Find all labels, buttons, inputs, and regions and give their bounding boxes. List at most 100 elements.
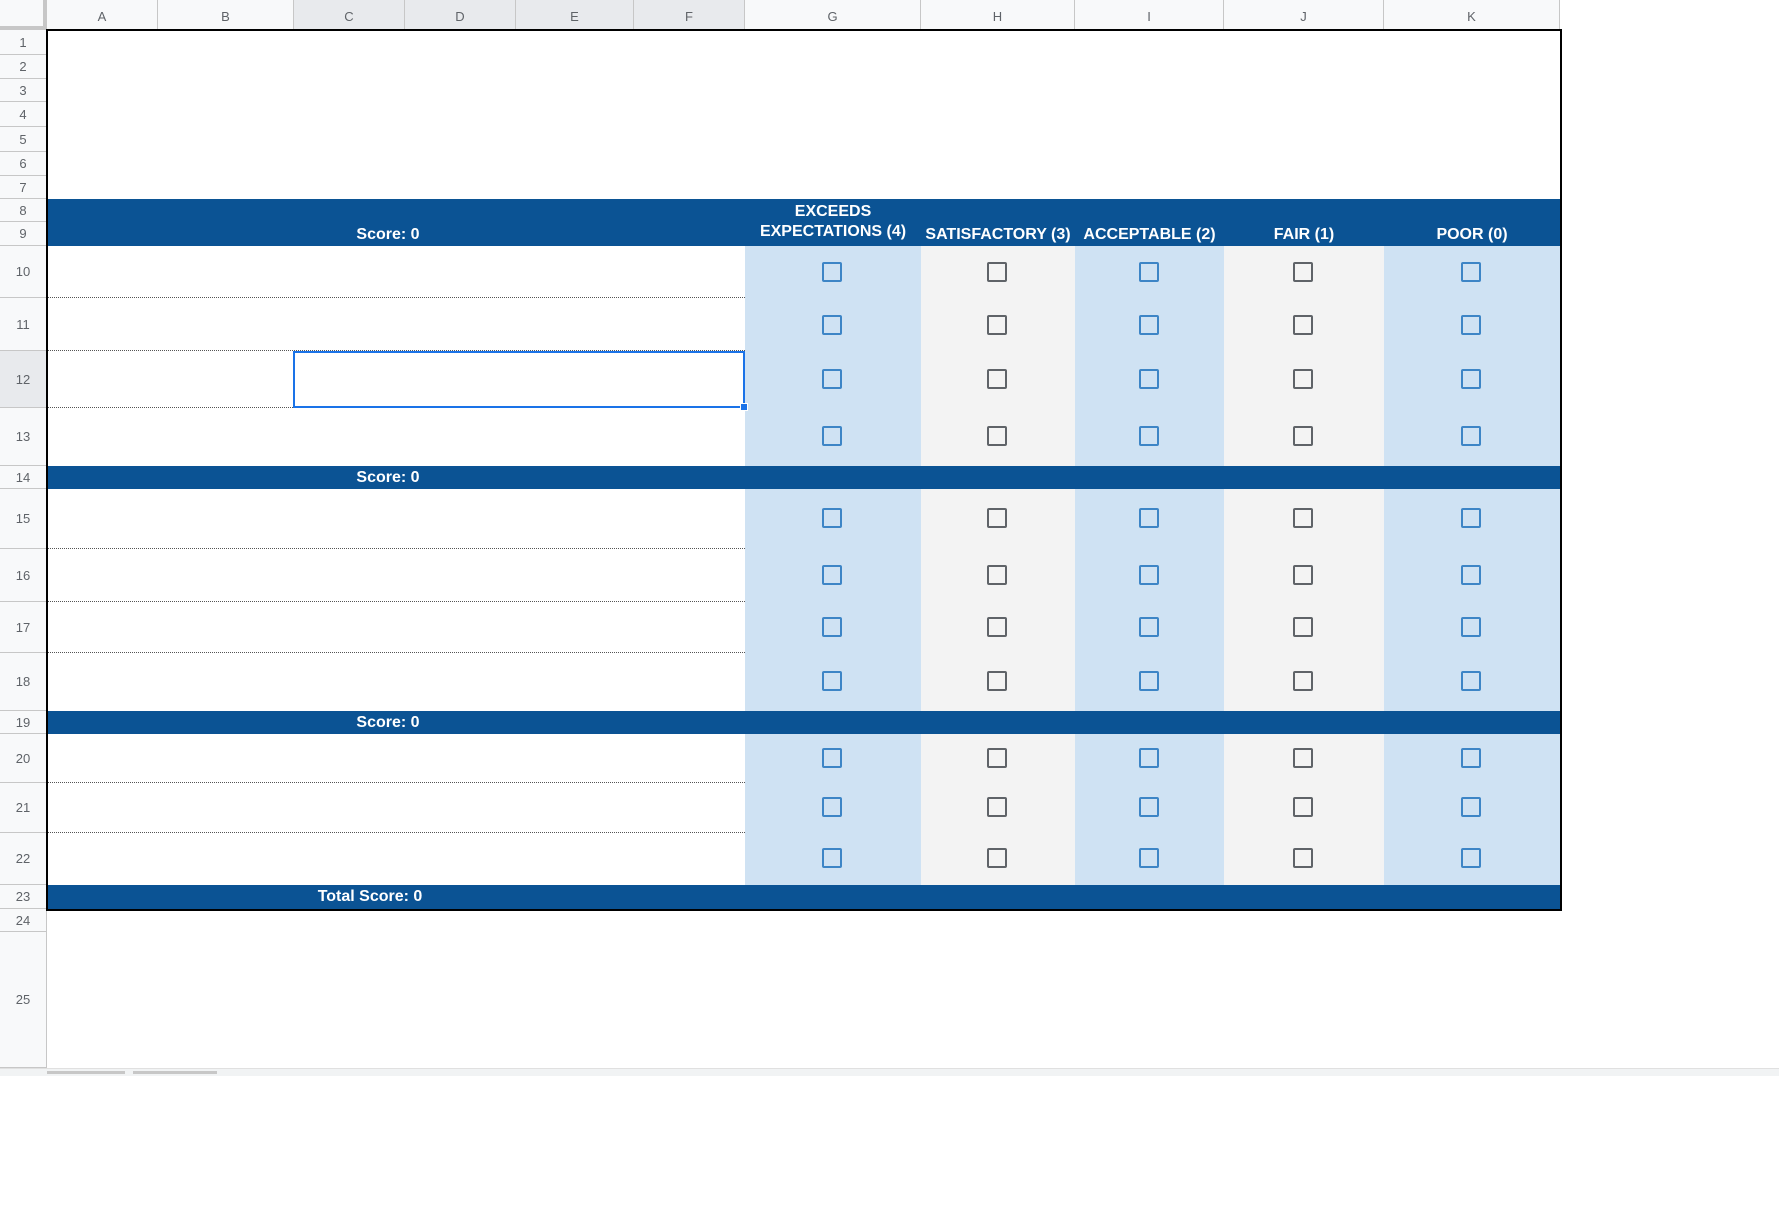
- checkbox-satisfactory[interactable]: [987, 508, 1007, 528]
- checkbox-fair[interactable]: [1293, 748, 1313, 768]
- row-header-22[interactable]: 22: [0, 833, 47, 885]
- checkbox-exceeds[interactable]: [822, 508, 842, 528]
- checkbox-exceeds[interactable]: [822, 617, 842, 637]
- column-header-f[interactable]: F: [634, 0, 745, 30]
- checkbox-poor[interactable]: [1461, 262, 1481, 282]
- row-header-17[interactable]: 17: [0, 602, 47, 653]
- checkbox-satisfactory[interactable]: [987, 748, 1007, 768]
- checkbox-exceeds[interactable]: [822, 426, 842, 446]
- checkbox-acceptable[interactable]: [1139, 315, 1159, 335]
- checkbox-fair[interactable]: [1293, 315, 1313, 335]
- row-header-5[interactable]: 5: [0, 127, 47, 152]
- row-header-8[interactable]: 8: [0, 199, 47, 222]
- selected-cell-range[interactable]: [293, 351, 745, 408]
- row-header-1[interactable]: 1: [0, 30, 47, 55]
- row-header-14[interactable]: 14: [0, 466, 47, 489]
- sheet-tab[interactable]: [47, 1071, 125, 1074]
- checkbox-fair[interactable]: [1293, 565, 1313, 585]
- column-header-k[interactable]: K: [1384, 0, 1560, 30]
- checkbox-exceeds[interactable]: [822, 671, 842, 691]
- row-header-19[interactable]: 19: [0, 711, 47, 734]
- column-header-g[interactable]: G: [745, 0, 921, 30]
- column-header-i[interactable]: I: [1075, 0, 1224, 30]
- select-all-corner[interactable]: [0, 0, 47, 30]
- row-header-3[interactable]: 3: [0, 79, 47, 102]
- checkbox-satisfactory[interactable]: [987, 315, 1007, 335]
- checkbox-acceptable[interactable]: [1139, 748, 1159, 768]
- checkbox-satisfactory[interactable]: [987, 262, 1007, 282]
- checkbox-fair[interactable]: [1293, 426, 1313, 446]
- checkbox-acceptable[interactable]: [1139, 426, 1159, 446]
- column-header-a[interactable]: A: [47, 0, 158, 30]
- checkbox-acceptable[interactable]: [1139, 262, 1159, 282]
- criterion-cell[interactable]: [47, 489, 745, 548]
- checkbox-satisfactory[interactable]: [987, 369, 1007, 389]
- checkbox-exceeds[interactable]: [822, 262, 842, 282]
- criterion-cell[interactable]: [47, 602, 745, 652]
- row-header-9[interactable]: 9: [0, 222, 47, 246]
- checkbox-poor[interactable]: [1461, 369, 1481, 389]
- checkbox-acceptable[interactable]: [1139, 508, 1159, 528]
- column-header-c[interactable]: C: [294, 0, 405, 30]
- checkbox-fair[interactable]: [1293, 508, 1313, 528]
- row-header-18[interactable]: 18: [0, 653, 47, 711]
- checkbox-acceptable[interactable]: [1139, 671, 1159, 691]
- row-header-12[interactable]: 12: [0, 351, 47, 408]
- row-header-2[interactable]: 2: [0, 55, 47, 79]
- row-header-13[interactable]: 13: [0, 408, 47, 466]
- checkbox-acceptable[interactable]: [1139, 617, 1159, 637]
- checkbox-satisfactory[interactable]: [987, 565, 1007, 585]
- row-header-6[interactable]: 6: [0, 152, 47, 176]
- fill-handle[interactable]: [740, 403, 748, 411]
- checkbox-satisfactory[interactable]: [987, 797, 1007, 817]
- checkbox-acceptable[interactable]: [1139, 797, 1159, 817]
- checkbox-poor[interactable]: [1461, 748, 1481, 768]
- checkbox-satisfactory[interactable]: [987, 671, 1007, 691]
- checkbox-exceeds[interactable]: [822, 315, 842, 335]
- row-header-4[interactable]: 4: [0, 102, 47, 127]
- criterion-cell[interactable]: [47, 246, 745, 297]
- sheet-tab[interactable]: [133, 1071, 217, 1074]
- checkbox-poor[interactable]: [1461, 671, 1481, 691]
- row-header-16[interactable]: 16: [0, 549, 47, 602]
- criterion-cell[interactable]: [47, 653, 745, 711]
- checkbox-poor[interactable]: [1461, 848, 1481, 868]
- checkbox-satisfactory[interactable]: [987, 617, 1007, 637]
- checkbox-fair[interactable]: [1293, 797, 1313, 817]
- checkbox-satisfactory[interactable]: [987, 848, 1007, 868]
- checkbox-poor[interactable]: [1461, 315, 1481, 335]
- checkbox-satisfactory[interactable]: [987, 426, 1007, 446]
- checkbox-acceptable[interactable]: [1139, 565, 1159, 585]
- criterion-cell[interactable]: [47, 833, 745, 885]
- criterion-cell[interactable]: [47, 351, 294, 407]
- checkbox-acceptable[interactable]: [1139, 848, 1159, 868]
- checkbox-poor[interactable]: [1461, 508, 1481, 528]
- row-header-21[interactable]: 21: [0, 783, 47, 833]
- row-header-10[interactable]: 10: [0, 246, 47, 298]
- checkbox-exceeds[interactable]: [822, 369, 842, 389]
- row-header-7[interactable]: 7: [0, 176, 47, 199]
- row-header-23[interactable]: 23: [0, 885, 47, 909]
- row-header-24[interactable]: 24: [0, 909, 47, 932]
- criterion-cell[interactable]: [47, 734, 745, 782]
- checkbox-fair[interactable]: [1293, 617, 1313, 637]
- checkbox-exceeds[interactable]: [822, 748, 842, 768]
- criterion-cell[interactable]: [47, 298, 745, 350]
- criterion-cell[interactable]: [47, 408, 745, 466]
- checkbox-poor[interactable]: [1461, 617, 1481, 637]
- column-header-d[interactable]: D: [405, 0, 516, 30]
- checkbox-fair[interactable]: [1293, 369, 1313, 389]
- checkbox-poor[interactable]: [1461, 426, 1481, 446]
- row-header-11[interactable]: 11: [0, 298, 47, 351]
- criterion-cell[interactable]: [47, 783, 745, 832]
- row-header-15[interactable]: 15: [0, 489, 47, 549]
- checkbox-exceeds[interactable]: [822, 848, 842, 868]
- checkbox-acceptable[interactable]: [1139, 369, 1159, 389]
- checkbox-fair[interactable]: [1293, 671, 1313, 691]
- checkbox-exceeds[interactable]: [822, 565, 842, 585]
- column-header-h[interactable]: H: [921, 0, 1075, 30]
- column-header-j[interactable]: J: [1224, 0, 1384, 30]
- checkbox-poor[interactable]: [1461, 797, 1481, 817]
- row-header-20[interactable]: 20: [0, 734, 47, 783]
- checkbox-exceeds[interactable]: [822, 797, 842, 817]
